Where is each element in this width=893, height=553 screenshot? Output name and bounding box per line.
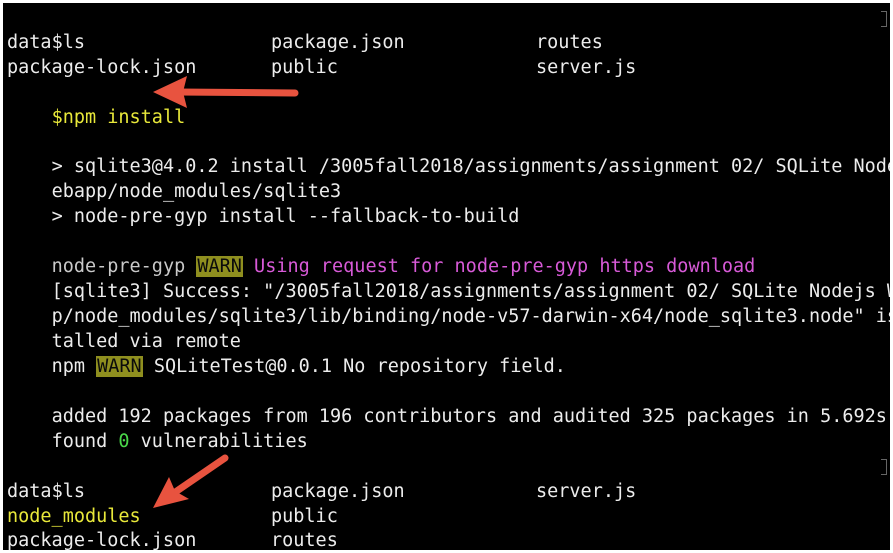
ls-command-2: $ls — [7, 454, 85, 502]
vulnerabilities-line: found 0 vulnerabilities — [7, 404, 308, 452]
found-suffix: vulnerabilities — [129, 431, 308, 452]
warn-badge: WARN — [96, 356, 143, 377]
npm-install-text: $npm install — [51, 107, 186, 128]
warn-message: SQLiteTest@0.0.1 No repository field. — [142, 356, 566, 377]
file-entry: public — [271, 506, 338, 527]
found-prefix: found — [51, 431, 119, 452]
warn-line: node-pre-gyp WARN Using request for node… — [7, 229, 755, 277]
file-entry: routes — [271, 530, 338, 550]
file-entry: package.json — [271, 481, 405, 502]
vulnerability-count: 0 — [118, 431, 130, 452]
ls-row: node_modules public — [7, 504, 338, 529]
ls-command-1: $ls — [7, 5, 85, 53]
warn-prefix: npm — [51, 356, 97, 377]
ls-row: package-lock.json public server.js — [7, 55, 636, 80]
file-entry: data — [7, 481, 52, 502]
warn-line: npm WARN SQLiteTest@0.0.1 No repository … — [7, 329, 566, 377]
npm-install-command: $npm install — [7, 80, 186, 128]
prompt-command: $ls — [51, 481, 85, 502]
ls-row: data package.json server.js — [7, 479, 636, 504]
file-entry: server.js — [536, 57, 637, 78]
success-line: [sqlite3] Success: "/3005fall2018/assign… — [7, 254, 890, 302]
ls-row: package-lock.json routes — [7, 528, 338, 550]
success-line: p/node_modules/sqlite3/lib/binding/node-… — [7, 279, 890, 327]
install-output-line: > node-pre-gyp install --fallback-to-bui… — [7, 179, 520, 227]
scroll-marker-icon — [881, 459, 887, 475]
summary-line: added 192 packages from 196 contributors… — [7, 379, 887, 427]
node-modules-entry: node_modules — [7, 506, 141, 527]
success-line: talled via remote — [7, 304, 241, 352]
ls-row: data package.json routes — [7, 30, 603, 55]
terminal-window[interactable]: $ls data package.json routes package-loc… — [3, 3, 890, 550]
prompt-command: $ls — [51, 32, 85, 53]
output-text: > node-pre-gyp install --fallback-to-bui… — [51, 206, 520, 227]
file-entry: routes — [536, 32, 603, 53]
install-output-line: > sqlite3@4.0.2 install /3005fall2018/as… — [7, 129, 890, 177]
arrow-down-left-icon — [153, 454, 229, 508]
file-entry: package-lock.json — [7, 530, 197, 550]
file-entry: data — [7, 32, 52, 53]
scroll-marker-icon — [881, 11, 887, 27]
install-output-line: ebapp/node_modules/sqlite3 — [7, 154, 342, 202]
file-entry: package.json — [271, 32, 405, 53]
file-entry: public — [271, 57, 338, 78]
file-entry: server.js — [536, 481, 637, 502]
file-entry: package-lock.json — [7, 57, 197, 78]
